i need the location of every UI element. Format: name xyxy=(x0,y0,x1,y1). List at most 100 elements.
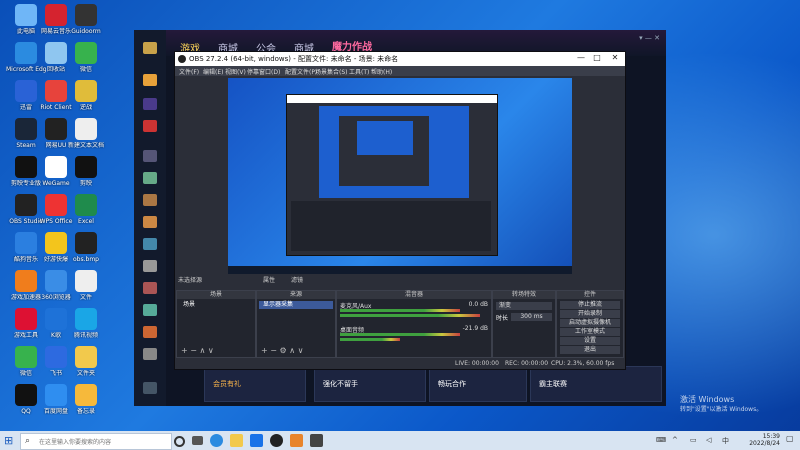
desktop-icon[interactable]: 备忘录 xyxy=(66,384,106,415)
desktop-icon-label: 剪映 xyxy=(79,180,92,187)
notification-icon[interactable]: ▢ xyxy=(786,434,799,447)
app-icon xyxy=(45,156,67,178)
client-window-controls[interactable]: ▾ — ✕ xyxy=(639,34,660,42)
task-view-icon[interactable] xyxy=(192,436,203,445)
game-icon[interactable] xyxy=(143,282,157,294)
app-icon xyxy=(75,384,97,406)
desktop-icon[interactable]: Guidoorm xyxy=(66,4,106,35)
game-icon[interactable] xyxy=(143,74,157,86)
duration-input[interactable]: 300 ms xyxy=(511,313,552,321)
menu-profile[interactable]: 配置文件(P) xyxy=(285,67,317,76)
taskbar-search[interactable]: ⌕ xyxy=(20,433,172,450)
client-card[interactable]: 会员有礼 xyxy=(204,366,306,402)
file-explorer-icon[interactable] xyxy=(230,434,243,447)
obs-preview[interactable] xyxy=(228,78,572,274)
source-controls[interactable]: + − ⚙ ∧ ∨ xyxy=(261,346,303,355)
app-icon xyxy=(15,384,37,406)
desktop-icon-label: Guidoorm xyxy=(71,28,101,35)
desktop-icon[interactable]: Excel xyxy=(66,194,106,225)
properties-button[interactable]: 属性 xyxy=(263,275,275,284)
desktop-volume-slider[interactable] xyxy=(340,338,400,341)
app-taskbar-icon[interactable] xyxy=(310,434,323,447)
game-icon[interactable] xyxy=(143,194,157,206)
menu-file[interactable]: 文件(F) xyxy=(179,67,199,76)
cpu-stats: CPU: 2.3%, 60.00 fps xyxy=(551,360,615,367)
filters-button[interactable]: 滤镜 xyxy=(291,275,303,284)
transition-select[interactable]: 渐变 xyxy=(496,302,552,310)
game-icon[interactable] xyxy=(143,260,157,272)
app-icon xyxy=(75,346,97,368)
source-item[interactable]: 显示器采集 xyxy=(259,301,333,309)
menu-edit[interactable]: 编辑(E) xyxy=(203,67,223,76)
volume-icon[interactable]: ◁ xyxy=(706,436,711,444)
scene-item[interactable]: 场景 xyxy=(179,301,253,309)
taskbar-clock[interactable]: 15:39 2022/8/24 xyxy=(749,433,780,447)
desktop-icon-label: 微信 xyxy=(79,66,92,73)
game-icon[interactable] xyxy=(143,120,157,132)
client-card[interactable]: 畅玩合作 xyxy=(429,366,527,402)
game-icon[interactable] xyxy=(143,216,157,228)
menu-scene-collection[interactable]: 场景集合(S) xyxy=(315,67,348,76)
mic-track-db: 0.0 dB xyxy=(468,301,488,308)
menu-docks[interactable]: 停靠窗口(D) xyxy=(247,67,280,76)
client-logo-icon[interactable] xyxy=(143,42,157,54)
app-icon xyxy=(45,4,67,26)
menu-tools[interactable]: 工具(T) xyxy=(349,67,369,76)
settings-button[interactable]: 设置 xyxy=(560,337,620,345)
app-icon xyxy=(75,156,97,178)
game-client-taskbar-icon[interactable] xyxy=(290,434,303,447)
desktop-icon[interactable]: 腾讯视频 xyxy=(66,308,106,339)
start-recording-button[interactable]: 开始录制 xyxy=(560,310,620,318)
desktop-icon[interactable]: 文件夹 xyxy=(66,346,106,377)
store-icon[interactable] xyxy=(250,434,263,447)
start-icon[interactable]: ⊞ xyxy=(4,434,17,447)
edge-icon[interactable] xyxy=(210,434,223,447)
cortana-icon[interactable] xyxy=(174,436,185,447)
ime-icon[interactable]: 中 xyxy=(722,436,729,446)
search-input[interactable] xyxy=(37,435,141,449)
obs-window: OBS 27.2.4 (64-bit, windows) - 配置文件: 未命名… xyxy=(174,51,626,370)
network-icon[interactable]: ▭ xyxy=(690,436,697,444)
preview-desktop xyxy=(228,78,572,266)
mic-meter xyxy=(340,309,460,312)
tray-expand-icon[interactable]: ^ xyxy=(672,436,678,444)
keyboard-icon[interactable]: ⌨ xyxy=(656,436,666,444)
maximize-button[interactable]: □ xyxy=(589,53,605,62)
desktop-icon[interactable]: obs.bmp xyxy=(66,232,106,263)
game-icon[interactable] xyxy=(143,326,157,338)
menu-view[interactable]: 视图(V) xyxy=(225,67,246,76)
desktop-icon[interactable]: 文件 xyxy=(66,270,106,301)
desktop-icon[interactable]: 新建文本文档 xyxy=(66,118,106,149)
menu-help[interactable]: 帮助(H) xyxy=(371,67,392,76)
stop-stream-button[interactable]: 停止推流 xyxy=(560,301,620,309)
game-icon[interactable] xyxy=(143,304,157,316)
app-icon xyxy=(45,270,67,292)
client-card[interactable]: 霸主联赛 xyxy=(530,366,662,402)
app-icon xyxy=(75,270,97,292)
activation-watermark: 激活 Windows 转到"设置"以激活 Windows。 xyxy=(680,395,762,415)
desktop-track-db: -21.9 dB xyxy=(462,325,488,332)
game-icon[interactable] xyxy=(143,172,157,184)
desktop-icon[interactable]: 逆战 xyxy=(66,80,106,111)
client-sidebar xyxy=(134,30,166,406)
studio-mode-button[interactable]: 工作室模式 xyxy=(560,328,620,336)
virtual-camera-button[interactable]: 启动虚拟摄像机 xyxy=(560,319,620,327)
minimize-button[interactable]: — xyxy=(573,53,589,62)
game-icon[interactable] xyxy=(143,98,157,110)
controls-dock: 控件 停止推流 开始录制 启动虚拟摄像机 工作室模式 设置 退出 xyxy=(556,290,624,358)
mic-volume-slider[interactable] xyxy=(340,314,480,317)
chat-icon[interactable] xyxy=(143,382,157,394)
obs-taskbar-icon[interactable] xyxy=(270,434,283,447)
app-icon xyxy=(15,308,37,330)
exit-button[interactable]: 退出 xyxy=(560,346,620,354)
client-card[interactable]: 强化不留手 xyxy=(314,366,426,402)
desktop-icon[interactable]: 微信 xyxy=(66,42,106,73)
game-icon[interactable] xyxy=(143,348,157,360)
source-status-bar: 未选择源 属性 滤镜 xyxy=(175,274,625,284)
game-icon[interactable] xyxy=(143,238,157,250)
scene-controls[interactable]: + − ∧ ∨ xyxy=(181,346,214,355)
obs-titlebar[interactable]: OBS 27.2.4 (64-bit, windows) - 配置文件: 未命名… xyxy=(175,52,625,66)
close-button[interactable]: ✕ xyxy=(607,53,623,62)
desktop-icon[interactable]: 剪映 xyxy=(66,156,106,187)
game-icon[interactable] xyxy=(143,150,157,162)
